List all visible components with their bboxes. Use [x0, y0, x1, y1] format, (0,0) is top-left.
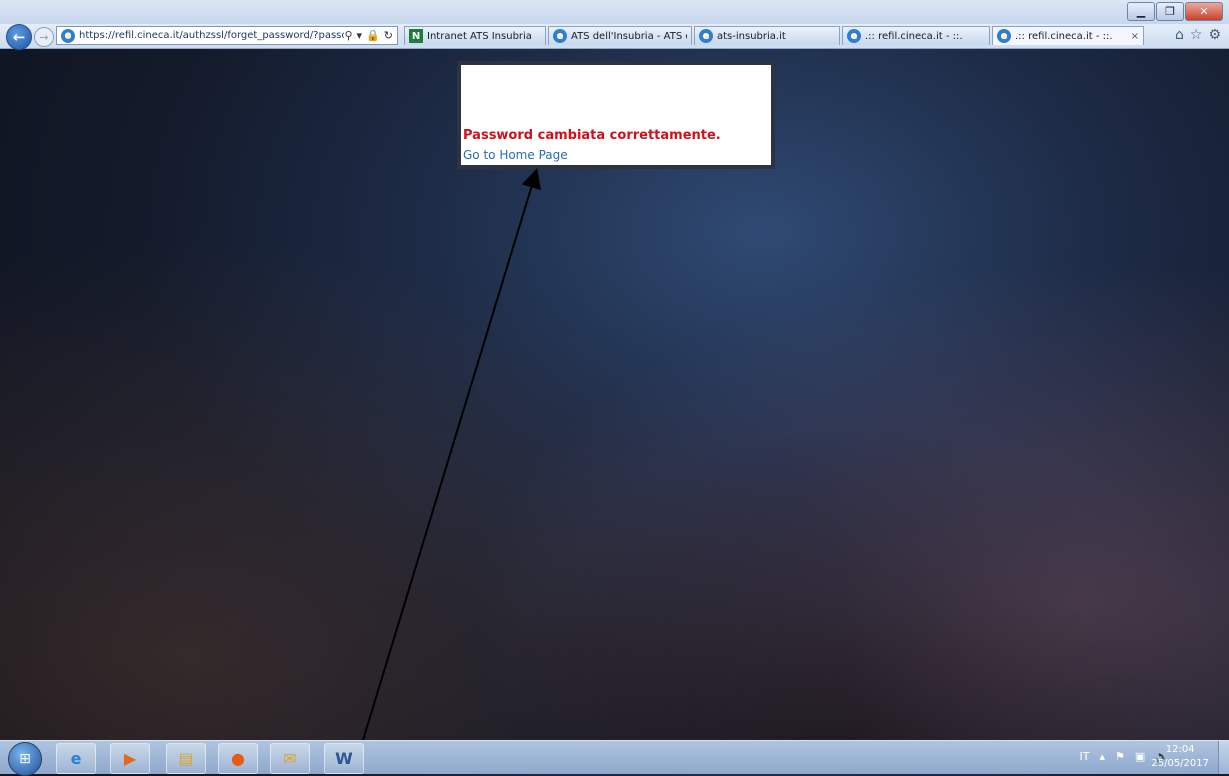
show-desktop-button[interactable]	[1218, 741, 1229, 774]
media-player-icon[interactable]: ▶	[110, 743, 150, 774]
taskbar: ⊞ e ▶ ▤ ● ✉ W IT ▴ ⚑ ▣ 🔊 12:04 25/05/201…	[0, 740, 1229, 776]
firefox-icon[interactable]: ●	[218, 743, 258, 774]
clock-time: 12:04	[1165, 744, 1195, 755]
word-icon[interactable]: W	[324, 743, 364, 774]
network-icon[interactable]: ▣	[1135, 750, 1145, 763]
outlook-icon[interactable]: ✉	[270, 743, 310, 774]
clock-date: 25/05/2017	[1151, 758, 1209, 769]
language-indicator[interactable]: IT	[1080, 750, 1090, 763]
chevron-up-icon[interactable]: ▴	[1099, 750, 1105, 763]
start-button[interactable]: ⊞	[8, 742, 42, 776]
clock[interactable]: 12:04 25/05/2017	[1151, 743, 1209, 771]
file-explorer-icon[interactable]: ▤	[166, 743, 206, 774]
annotation-arrow	[352, 168, 541, 773]
flag-icon[interactable]: ⚑	[1115, 750, 1125, 763]
internet-explorer-icon[interactable]: e	[56, 743, 96, 774]
